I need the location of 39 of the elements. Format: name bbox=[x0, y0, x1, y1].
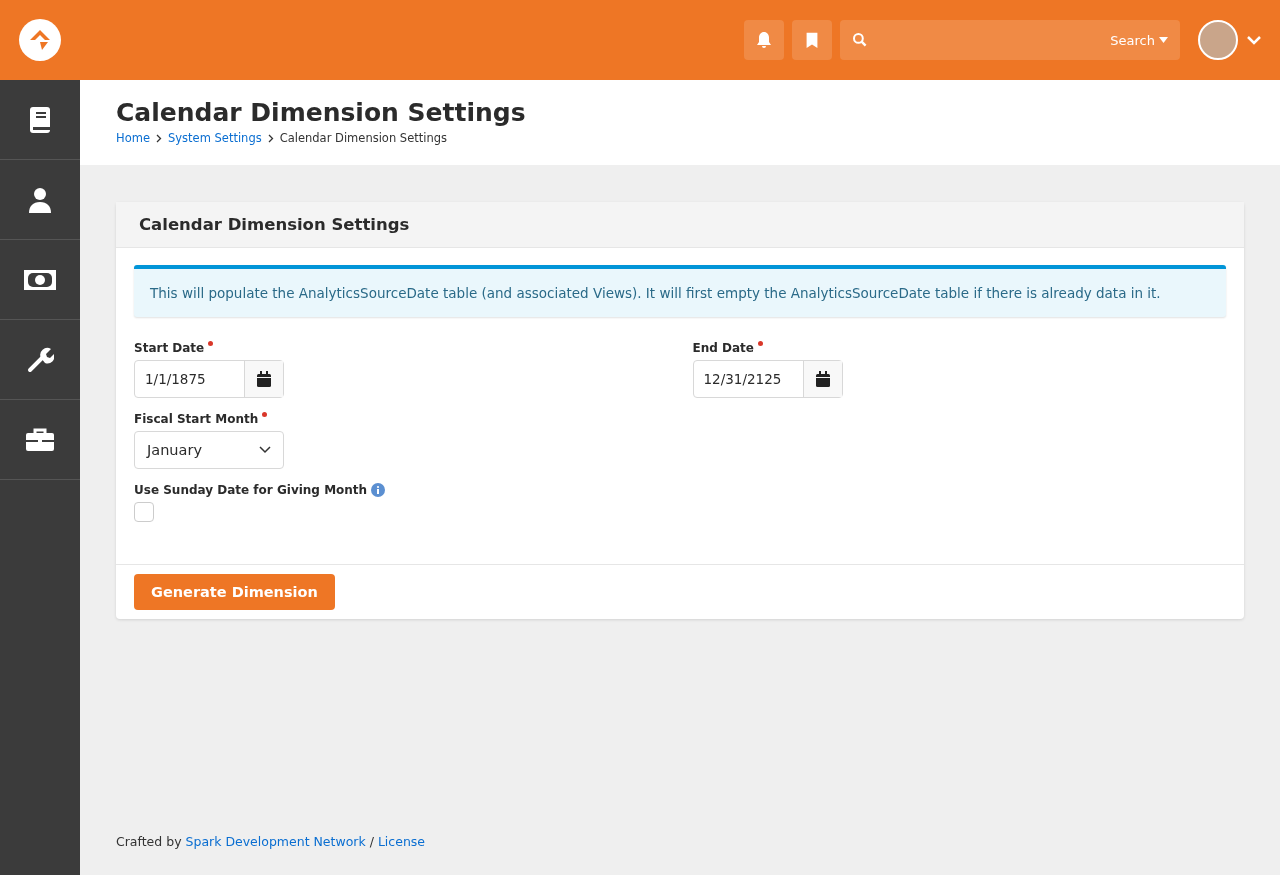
bell-icon bbox=[754, 30, 774, 50]
date-picker[interactable]: 1/1/1875 bbox=[134, 360, 284, 398]
logo-icon[interactable] bbox=[18, 18, 62, 62]
page-title: Calendar Dimension Settings bbox=[116, 98, 527, 127]
caret-icon bbox=[1159, 37, 1168, 43]
checkbox[interactable] bbox=[134, 502, 154, 522]
book-icon bbox=[28, 105, 52, 134]
calendar-button[interactable] bbox=[244, 361, 283, 397]
chevron-right-icon bbox=[155, 133, 162, 143]
breadcrumb-link[interactable]: Home bbox=[116, 131, 150, 145]
breadcrumb-current: Calendar Dimension Settings bbox=[279, 131, 447, 145]
chevron-down-icon[interactable] bbox=[1246, 34, 1262, 46]
calendar-icon bbox=[257, 371, 271, 387]
month-select[interactable]: January bbox=[134, 431, 284, 469]
chevron-down-icon bbox=[259, 446, 271, 454]
avatar[interactable] bbox=[1198, 20, 1238, 60]
info-icon[interactable] bbox=[371, 483, 386, 497]
date-picker[interactable]: 12/31/2125 bbox=[692, 360, 843, 398]
briefcase-icon bbox=[25, 426, 55, 453]
wrench-icon bbox=[26, 345, 54, 374]
footer-link[interactable]: Spark Development Network bbox=[185, 834, 366, 849]
date-input[interactable]: 1/1/1875 bbox=[135, 361, 244, 397]
person-icon bbox=[28, 185, 52, 214]
banknote-icon bbox=[23, 268, 57, 291]
field-label: Start Date bbox=[134, 341, 205, 355]
field-label: End Date bbox=[692, 341, 754, 355]
date-input[interactable]: 12/31/2125 bbox=[693, 361, 803, 397]
field-label: Use Sunday Date for Giving Month bbox=[134, 483, 368, 497]
generate-dimension-button[interactable]: Generate Dimension bbox=[134, 574, 335, 610]
calendar-icon bbox=[815, 371, 830, 387]
chevron-right-icon bbox=[267, 133, 274, 143]
field-label: Fiscal Start Month bbox=[134, 412, 259, 426]
license-link[interactable]: License bbox=[377, 834, 426, 849]
footer-text: Crafted by Spark Development Network / License bbox=[116, 834, 427, 849]
alert-text: This will populate the AnalyticsSourceDate table (and associated Views). It will first empty the AnalyticsSourceDate table if there is already data in it. bbox=[150, 285, 1161, 301]
breadcrumb-link[interactable]: System Settings bbox=[167, 131, 262, 145]
calendar-button[interactable] bbox=[802, 361, 842, 397]
search-icon bbox=[852, 32, 868, 48]
panel-title: Calendar Dimension Settings bbox=[139, 215, 410, 234]
